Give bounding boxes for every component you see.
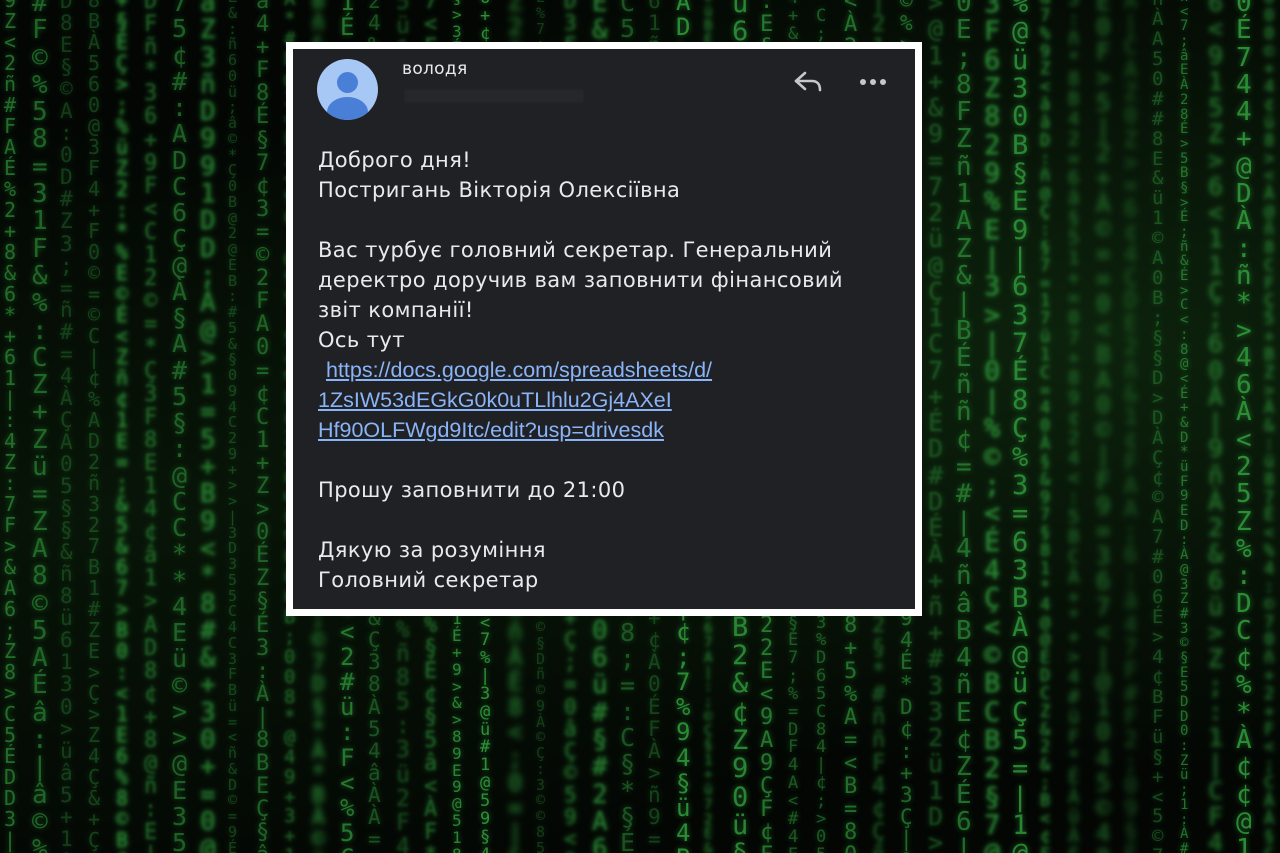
matrix-column: 9 Z < 2 ñ # F A É % 2 + 8 & 6 * + 6 1 | … bbox=[4, 0, 17, 853]
matrix-column: 6 < 9 1 5 Z > 6 < 1 1 Ç ; 6 0 À | 9 ñ À … bbox=[1208, 0, 1224, 853]
spreadsheet-link[interactable]: https://docs.google.com/spreadsheets/d/ … bbox=[318, 355, 796, 445]
matrix-column: + § É Ç > ; % ü Z 2 : * % E © É < Z ñ ¢ … bbox=[116, 0, 129, 853]
matrix-column: 6 0 0 © + 4 ¢ ü 8 > < À @ ñ 8 C F Ç 5 + … bbox=[1264, 0, 1275, 853]
matrix-column: D F ñ * 3 6 + 9 F < C 1 2 © = * Ç 3 F 8 … bbox=[144, 0, 158, 853]
message-line: Вас турбує головний секретар. Генеральни… bbox=[318, 238, 833, 262]
reply-icon bbox=[794, 71, 822, 92]
sender-name: володя bbox=[402, 59, 468, 79]
message-line: звіт компанії! bbox=[318, 298, 474, 322]
matrix-column: 3 : ñ * 8 B 4 2 = 6 â § 5 1 + = 0 7 + 8 … bbox=[1068, 0, 1080, 853]
matrix-column: â Z 3 ñ D 9 9 1 D D ; À @ > 1 = 5 + B 9 … bbox=[200, 0, 216, 853]
matrix-column: 7 5 ¢ # : A D C 6 Ç @ À § A # 5 § : @ C … bbox=[172, 0, 188, 853]
matrix-column: Z & : ñ 6 0 ü ; â © * Ç 0 B @ 2 @ E B : … bbox=[228, 0, 238, 853]
email-screenshot-frame: володя Доброго дня! Постригань Вікторія … bbox=[286, 42, 922, 616]
matrix-column: > @ 1 + & 9 = 7 2 ü @ Ç 1 C 7 + É D # D … bbox=[928, 0, 944, 853]
avatar-person-icon bbox=[337, 72, 358, 93]
matrix-column: A | C A Z 0 Z > = 6 ¢ 4 Ç D E 2 ñ & 1 ¢ … bbox=[1124, 0, 1138, 853]
reply-button[interactable] bbox=[791, 65, 825, 99]
here-text: Ось тут bbox=[318, 328, 405, 352]
matrix-column: É 0 F > 5 | 2 + À © = = 0 < B A 0 © | F … bbox=[1096, 0, 1111, 853]
matrix-column: 0 É 7 4 4 + @ D À : ñ * > 4 6 À < 2 5 Z … bbox=[1236, 0, 1252, 853]
message-body: Доброго дня! Постригань Вікторія Олексії… bbox=[318, 145, 898, 595]
more-options-button[interactable] bbox=[855, 65, 891, 99]
sender-address-redacted bbox=[404, 89, 584, 103]
matrix-column: 3 F 6 Z 8 2 9 % E | 3 > | 0 | % © ; < É … bbox=[984, 0, 1001, 853]
thanks-text: Дякую за розуміння bbox=[318, 538, 546, 562]
matrix-column: ñ À A 5 0 # # 8 E & ü 1 © A 0 B ; § § D … bbox=[1152, 0, 1164, 853]
sender-avatar[interactable] bbox=[317, 59, 378, 120]
link-line: Hf90OLFWgd9Itc/edit?usp=drivesdk bbox=[318, 418, 664, 442]
greeting-text: Доброго дня! bbox=[318, 148, 472, 172]
matrix-column: 8 B À 5 6 0 @ 3 F 4 + F 0 © = © C | ¢ % … bbox=[88, 0, 101, 853]
avatar-person-body bbox=[327, 97, 368, 120]
matrix-column: & 7 % 9 Z < â â D : ñ @ Ç : § 7 = 1 7 ü … bbox=[1040, 0, 1051, 853]
link-line: 1ZsIW53dEGkG0k0uTLlhlu2Gj4AXeI bbox=[318, 388, 672, 412]
matrix-column: ñ < 7 ; â E À 2 8 É > 5 B § > É ; ñ & É … bbox=[1180, 0, 1189, 853]
link-line: https://docs.google.com/spreadsheets/d/ bbox=[326, 358, 713, 382]
email-message-card: володя Доброго дня! Постригань Вікторія … bbox=[293, 49, 915, 609]
matrix-column: â 4 + F 8 É § 7 ¢ 3 = © 2 F A 0 = ¢ C 1 … bbox=[256, 0, 270, 853]
deadline-text: Прошу заповнити до 21:00 bbox=[318, 478, 626, 502]
message-line: деректро доручив вам заповнити фінансови… bbox=[318, 268, 843, 292]
matrix-column: # F © % 5 8 = 3 1 F & % : C Z + Z ü = Z … bbox=[32, 0, 48, 853]
recipient-text: Постригань Вікторія Олексіївна bbox=[318, 178, 681, 202]
matrix-column: D 8 E § © A : 0 D # Z 3 ; = ñ # = 4 À Ç … bbox=[60, 0, 73, 853]
more-horizontal-icon bbox=[860, 79, 886, 85]
matrix-column: % @ ü 3 0 B § E 9 | 6 3 7 É 8 Ç % 3 = 6 … bbox=[1012, 0, 1029, 853]
matrix-column: 0 E ; 8 F Z ñ 1 A Z & | B É ñ ñ ¢ = # | … bbox=[956, 0, 972, 853]
signature-text: Головний секретар bbox=[318, 568, 539, 592]
